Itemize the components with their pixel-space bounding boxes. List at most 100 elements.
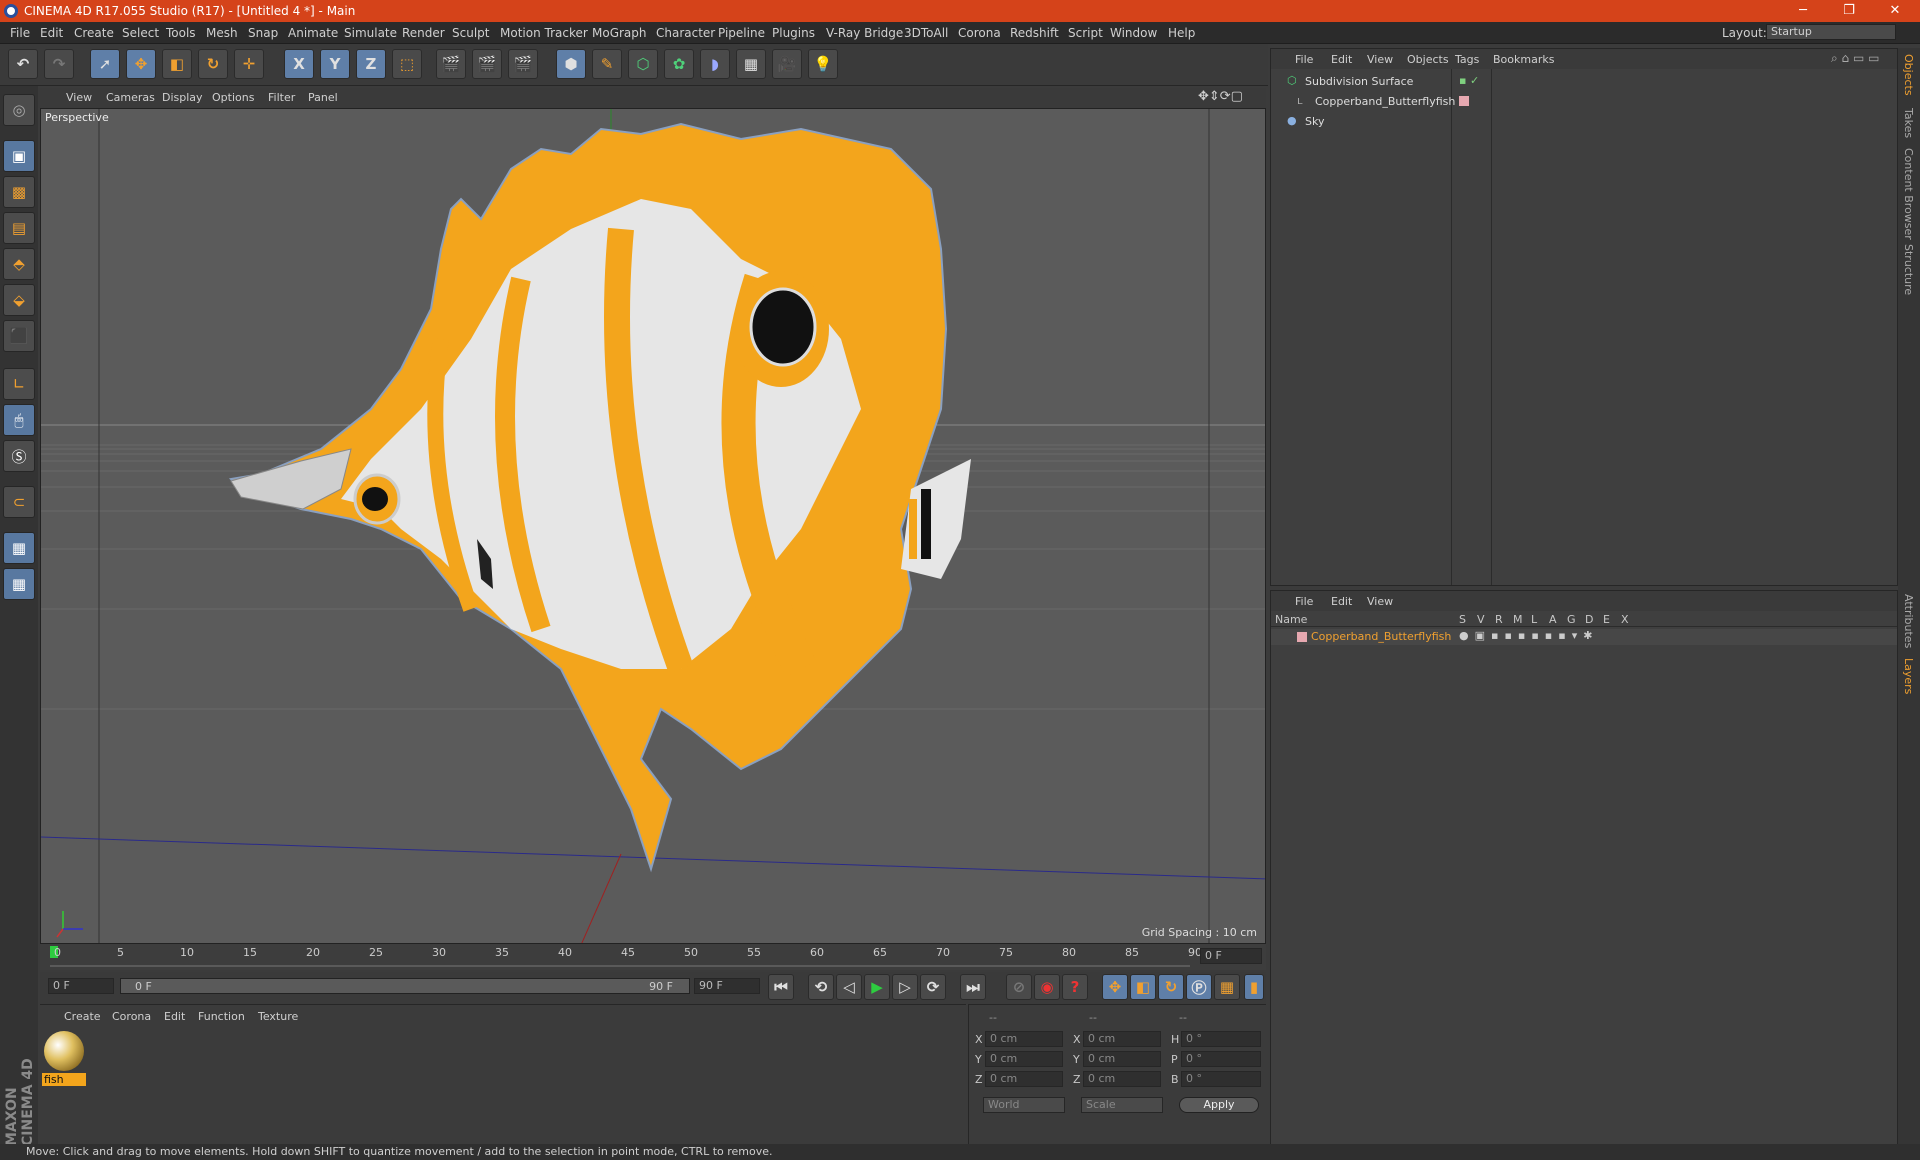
menu-create[interactable]: Create <box>74 26 114 40</box>
move-tool-button[interactable]: ✥ <box>126 49 156 79</box>
mat-menu-corona[interactable]: Corona <box>112 1010 151 1023</box>
record-button[interactable]: ◉ <box>1034 974 1060 1000</box>
lm-menu-edit[interactable]: Edit <box>1331 595 1352 608</box>
om-menu-tags[interactable]: Tags <box>1455 53 1479 66</box>
play-button[interactable]: ▶ <box>864 974 890 1000</box>
visibility-check-icon[interactable]: ▪ ✓ <box>1459 74 1479 87</box>
vp-menu-panel[interactable]: Panel <box>308 91 338 104</box>
tab-takes[interactable]: Takes <box>1902 108 1915 138</box>
position-x-field[interactable]: 0 cm <box>985 1031 1063 1047</box>
menu-tools[interactable]: Tools <box>166 26 196 40</box>
apply-button[interactable]: Apply <box>1179 1097 1259 1113</box>
coordinate-system-button[interactable]: ⬚ <box>392 49 422 79</box>
tab-objects[interactable]: Objects <box>1902 54 1915 96</box>
object-row-butterflyfish[interactable]: ʟ Copperband_Butterflyfish <box>1275 93 1895 111</box>
menu-motion-tracker[interactable]: Motion Tracker <box>500 26 588 40</box>
autokey-button[interactable]: ? <box>1062 974 1088 1000</box>
menu-animate[interactable]: Animate <box>288 26 338 40</box>
previous-frame-button[interactable]: ◁ <box>836 974 862 1000</box>
vp-menu-cameras[interactable]: Cameras <box>106 91 155 104</box>
menu-script[interactable]: Script <box>1068 26 1103 40</box>
polygons-mode-icon[interactable]: ⬛ <box>3 320 35 352</box>
menu-select[interactable]: Select <box>122 26 159 40</box>
menu-file[interactable]: File <box>10 26 30 40</box>
range-slider[interactable]: 0 F 90 F <box>120 978 690 994</box>
om-menu-edit[interactable]: Edit <box>1331 53 1352 66</box>
render-picture-viewer-button[interactable]: 🎬 <box>472 49 502 79</box>
coord-mode-select[interactable]: Scale <box>1081 1097 1163 1113</box>
menu-redshift[interactable]: Redshift <box>1010 26 1059 40</box>
model-mode-icon[interactable]: ▣ <box>3 140 35 172</box>
coord-space-select[interactable]: World <box>983 1097 1065 1113</box>
go-to-end-button[interactable]: ⏭ <box>960 974 986 1000</box>
array-button[interactable]: ✿ <box>664 49 694 79</box>
menu-window[interactable]: Window <box>1110 26 1157 40</box>
make-editable-icon[interactable]: ◎ <box>3 94 35 126</box>
magnet-icon[interactable]: ⊂ <box>3 486 35 518</box>
viewport-perspective[interactable]: Perspective Grid Spacing : 10 cm <box>40 108 1266 944</box>
previous-key-button[interactable]: ⟲ <box>808 974 834 1000</box>
restore-button[interactable]: ❐ <box>1826 0 1872 22</box>
layer-toggle-icons[interactable]: ●▣▪▪▪▪▪▪▾✱ <box>1459 629 1598 642</box>
position-y-field[interactable]: 0 cm <box>985 1051 1063 1067</box>
render-view-button[interactable]: 🎬 <box>436 49 466 79</box>
snap-grid-icon[interactable]: ▦ <box>3 568 35 600</box>
light-button[interactable]: 💡 <box>808 49 838 79</box>
lm-menu-view[interactable]: View <box>1367 595 1393 608</box>
key-pla-button[interactable]: ▦ <box>1214 974 1240 1000</box>
go-to-start-button[interactable]: ⏮ <box>768 974 794 1000</box>
menu-pipeline[interactable]: Pipeline <box>718 26 765 40</box>
axis-mode-icon[interactable]: ∟ <box>3 368 35 400</box>
subdivision-button[interactable]: ⬡ <box>628 49 658 79</box>
redo-button[interactable]: ↷ <box>44 49 74 79</box>
timeline-window-button[interactable]: ▮ <box>1244 974 1264 1000</box>
vp-menu-view[interactable]: View <box>66 91 92 104</box>
mat-menu-edit[interactable]: Edit <box>164 1010 185 1023</box>
key-position-button[interactable]: ✥ <box>1102 974 1128 1000</box>
edges-mode-icon[interactable]: ⬙ <box>3 284 35 316</box>
texture-mode-icon[interactable]: ▩ <box>3 176 35 208</box>
menu-simulate[interactable]: Simulate <box>344 26 397 40</box>
select-tool-button[interactable]: ➚ <box>90 49 120 79</box>
om-menu-objects[interactable]: Objects <box>1407 53 1449 66</box>
end-frame-field[interactable]: 90 F <box>694 978 760 994</box>
menu-vray-bridge[interactable]: V-Ray Bridge <box>826 26 903 40</box>
next-key-button[interactable]: ⟳ <box>920 974 946 1000</box>
menu-render[interactable]: Render <box>402 26 445 40</box>
deformer-button[interactable]: ◗ <box>700 49 730 79</box>
x-axis-button[interactable]: X <box>284 49 314 79</box>
points-mode-icon[interactable]: ⬘ <box>3 248 35 280</box>
tab-content-browser[interactable]: Content Browser <box>1902 148 1915 240</box>
rotation-p-field[interactable]: 0 ° <box>1181 1051 1261 1067</box>
close-button[interactable]: ✕ <box>1872 0 1918 22</box>
size-y-field[interactable]: 0 cm <box>1083 1051 1161 1067</box>
pen-spline-button[interactable]: ✎ <box>592 49 622 79</box>
rotation-h-field[interactable]: 0 ° <box>1181 1031 1261 1047</box>
lock-workplane-icon[interactable]: ▦ <box>3 532 35 564</box>
workplane-icon[interactable]: ▤ <box>3 212 35 244</box>
layer-color-swatch[interactable] <box>1297 632 1307 642</box>
object-row-subdivision[interactable]: ⬡ Subdivision Surface ▪ ✓ <box>1275 73 1895 91</box>
vp-menu-display[interactable]: Display <box>162 91 203 104</box>
menu-edit[interactable]: Edit <box>40 26 63 40</box>
minimize-button[interactable]: ─ <box>1780 0 1826 22</box>
y-axis-button[interactable]: Y <box>320 49 350 79</box>
position-z-field[interactable]: 0 cm <box>985 1071 1063 1087</box>
undo-button[interactable]: ↶ <box>8 49 38 79</box>
layout-select[interactable]: Startup <box>1766 24 1896 40</box>
tab-structure[interactable]: Structure <box>1902 244 1915 295</box>
solo-mode-icon[interactable]: Ⓢ <box>3 440 35 472</box>
menu-mograph[interactable]: MoGraph <box>592 26 647 40</box>
render-settings-button[interactable]: 🎬 <box>508 49 538 79</box>
key-scale-button[interactable]: ◧ <box>1130 974 1156 1000</box>
mat-menu-function[interactable]: Function <box>198 1010 245 1023</box>
keyframe-selection-button[interactable]: ⊘ <box>1006 974 1032 1000</box>
tab-attributes[interactable]: Attributes <box>1902 594 1915 648</box>
menu-corona[interactable]: Corona <box>958 26 1001 40</box>
layer-row[interactable]: Copperband_Butterflyfish ●▣▪▪▪▪▪▪▾✱ <box>1271 629 1897 645</box>
menu-3dtoall[interactable]: 3DToAll <box>904 26 948 40</box>
key-parameter-button[interactable]: Ⓟ <box>1186 974 1212 1000</box>
scale-tool-button[interactable]: ◧ <box>162 49 192 79</box>
mat-menu-texture[interactable]: Texture <box>258 1010 298 1023</box>
lm-menu-file[interactable]: File <box>1295 595 1313 608</box>
